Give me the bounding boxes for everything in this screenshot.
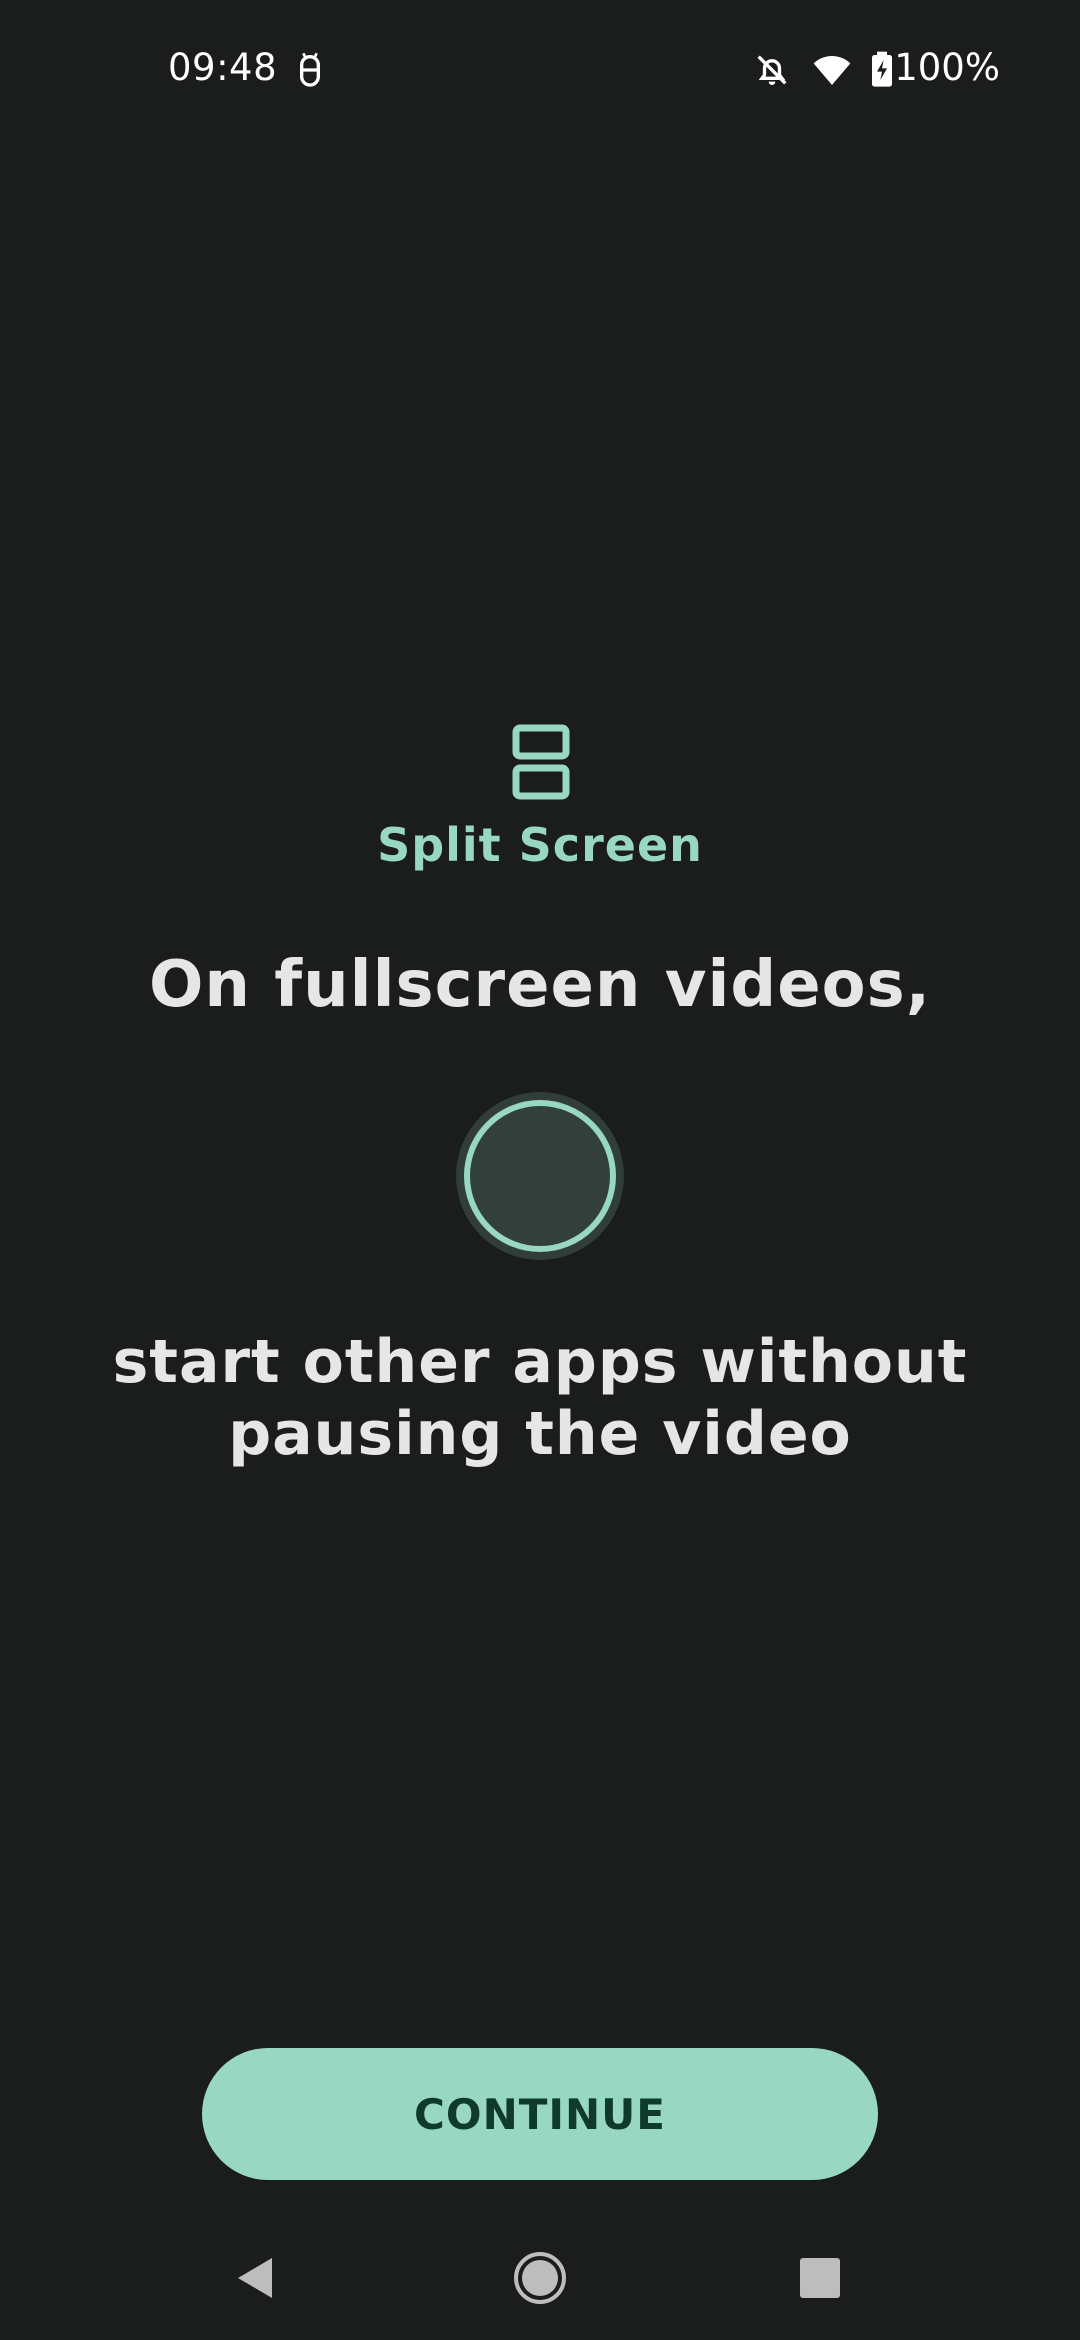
feature-label: Split Screen xyxy=(377,818,703,872)
status-bar: 09:48 100% xyxy=(0,0,1080,140)
home-icon xyxy=(514,2252,566,2304)
floating-bubble-demo xyxy=(456,1092,624,1260)
headline: On fullscreen videos, xyxy=(148,948,932,1022)
back-icon xyxy=(238,2258,272,2298)
home-button[interactable] xyxy=(500,2238,580,2318)
android-debug-icon xyxy=(300,52,320,87)
wifi-icon xyxy=(813,56,851,85)
onboarding-screen: 09:48 100% Split Screen On fullscreen vi… xyxy=(0,0,1080,2340)
notifications-off-icon xyxy=(757,55,787,85)
subline: start other apps without pausing the vid… xyxy=(112,1327,968,1469)
back-button[interactable] xyxy=(216,2238,296,2318)
continue-button[interactable]: CONTINUE xyxy=(202,2048,878,2180)
split-screen-icon xyxy=(512,724,570,800)
recents-button[interactable] xyxy=(780,2238,860,2318)
continue-label: CONTINUE xyxy=(414,2089,666,2139)
recents-icon xyxy=(800,2258,840,2298)
bubble-circle xyxy=(464,1100,616,1252)
battery-percentage: 100% xyxy=(894,46,1000,89)
navigation-bar xyxy=(0,2220,1080,2340)
status-time: 09:48 xyxy=(168,46,278,89)
